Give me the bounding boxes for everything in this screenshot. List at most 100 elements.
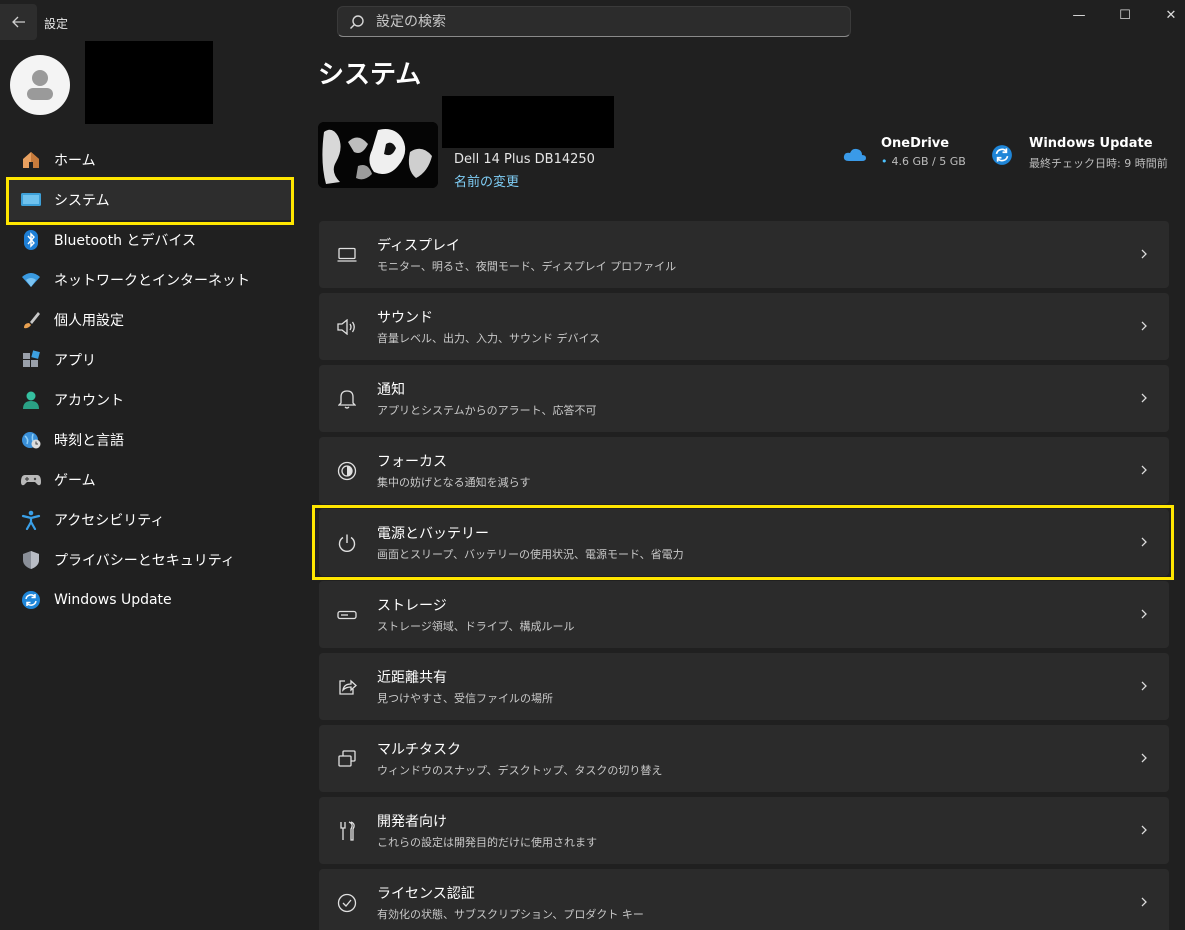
card-subtitle: 有効化の状態、サブスクリプション、プロダクト キー [377, 908, 644, 921]
rename-link[interactable]: 名前の変更 [454, 171, 519, 190]
chevron-right-icon [1141, 465, 1147, 475]
share-icon [336, 676, 358, 698]
chevron-right-icon [1141, 897, 1147, 907]
sidebar-item-label: アクセシビリティ [54, 513, 165, 529]
chevron-right-icon [1141, 321, 1147, 331]
sidebar-item-gaming[interactable]: ゲーム [6, 460, 294, 500]
card-notifications[interactable]: 通知アプリとシステムからのアラート、応答不可 [319, 365, 1169, 432]
sidebar-item-personalization[interactable]: 個人用設定 [6, 300, 294, 340]
globe-icon [20, 429, 42, 451]
sidebar-item-label: ネットワークとインターネット [54, 273, 250, 289]
sidebar-item-privacy[interactable]: プライバシーとセキュリティ [6, 540, 294, 580]
onedrive-title: OneDrive [881, 136, 950, 151]
sidebar-item-accounts[interactable]: アカウント [6, 380, 294, 420]
display-icon [336, 244, 358, 266]
chevron-right-icon [1141, 825, 1147, 835]
card-title: 通知 [377, 382, 405, 398]
sidebar-item-time-language[interactable]: 時刻と言語 [6, 420, 294, 460]
brush-icon [20, 309, 42, 331]
card-title: マルチタスク [377, 742, 461, 758]
back-button[interactable] [0, 4, 37, 40]
card-subtitle: ストレージ領域、ドライブ、構成ルール [377, 620, 575, 633]
highlight-box-power [312, 505, 1174, 580]
search-input[interactable] [376, 13, 816, 30]
minimize-button[interactable]: — [1056, 0, 1102, 30]
card-storage[interactable]: ストレージストレージ領域、ドライブ、構成ルール [319, 581, 1169, 648]
maximize-button[interactable]: ☐ [1102, 0, 1148, 30]
search-icon [350, 14, 364, 29]
sidebar-item-label: ホーム [54, 153, 96, 169]
shield-icon [20, 549, 42, 571]
multitask-icon [336, 748, 358, 770]
card-subtitle: ウィンドウのスナップ、デスクトップ、タスクの切り替え [377, 764, 663, 777]
windows-update-icon [992, 145, 1012, 165]
sidebar-item-label: 個人用設定 [54, 313, 124, 329]
card-title: 開発者向け [377, 814, 447, 830]
card-activation[interactable]: ライセンス認証有効化の状態、サブスクリプション、プロダクト キー [319, 869, 1169, 930]
sidebar-item-apps[interactable]: アプリ [6, 340, 294, 380]
speaker-icon [336, 316, 358, 338]
focus-icon [336, 460, 358, 482]
device-name: Dell 14 Plus DB14250 [454, 152, 595, 167]
windows-update-title: Windows Update [1029, 136, 1153, 151]
update-icon [20, 589, 42, 611]
card-sound[interactable]: サウンド音量レベル、出力、入力、サウンド デバイス [319, 293, 1169, 360]
card-title: フォーカス [377, 454, 447, 470]
sidebar-item-network[interactable]: ネットワークとインターネット [6, 260, 294, 300]
card-subtitle: 音量レベル、出力、入力、サウンド デバイス [377, 332, 601, 345]
avatar[interactable] [10, 55, 70, 115]
page-title: システム [318, 60, 422, 90]
sidebar-item-windows-update[interactable]: Windows Update [6, 580, 294, 620]
storage-icon [336, 604, 358, 626]
windows-update-status[interactable]: Windows Update 最終チェック日時: 9 時間前 [991, 136, 1168, 171]
chevron-right-icon [1141, 609, 1147, 619]
app-title: 設定 [44, 17, 69, 31]
minimize-icon: — [1072, 7, 1086, 23]
card-display[interactable]: ディスプレイ モニター、明るさ、夜間モード、ディスプレイ プロファイル [319, 221, 1169, 288]
sidebar-item-bluetooth[interactable]: Bluetooth とデバイス [6, 220, 294, 260]
chevron-right-icon [1141, 249, 1147, 259]
bell-icon [336, 388, 358, 410]
card-title: サウンド [377, 310, 433, 326]
close-icon: ✕ [1165, 7, 1177, 23]
wallpaper-image [318, 122, 438, 188]
redacted-device-label [442, 96, 614, 148]
home-icon [20, 149, 42, 171]
onedrive-cloud-icon [843, 148, 866, 161]
sidebar-item-home[interactable]: ホーム [6, 140, 294, 180]
sidebar-item-label: Bluetooth とデバイス [54, 233, 196, 249]
wifi-icon [20, 269, 42, 291]
sidebar-item-label: Windows Update [54, 592, 172, 608]
card-title: ストレージ [377, 598, 447, 614]
card-subtitle: 集中の妨げとなる通知を減らす [377, 476, 531, 489]
card-subtitle: アプリとシステムからのアラート、応答不可 [377, 404, 597, 417]
sidebar-item-label: プライバシーとセキュリティ [54, 553, 235, 569]
chevron-right-icon [1141, 681, 1147, 691]
device-wallpaper [318, 122, 438, 188]
sidebar-item-accessibility[interactable]: アクセシビリティ [6, 500, 294, 540]
redacted-username [85, 41, 213, 124]
sidebar-item-label: アプリ [54, 353, 96, 369]
bluetooth-icon [20, 229, 42, 251]
accessibility-icon [20, 509, 42, 531]
sidebar-item-label: ゲーム [54, 473, 96, 489]
card-title: ディスプレイ [377, 238, 461, 254]
onedrive-status[interactable]: OneDrive • 4.6 GB / 5 GB [843, 136, 966, 168]
card-multitasking[interactable]: マルチタスクウィンドウのスナップ、デスクトップ、タスクの切り替え [319, 725, 1169, 792]
card-for-developers[interactable]: 開発者向け これらの設定は開発目的だけに使用されます [319, 797, 1169, 864]
sidebar-item-label: アカウント [54, 393, 124, 409]
highlight-box-sidebar [6, 177, 294, 225]
user-icon [27, 70, 53, 100]
card-focus[interactable]: フォーカス集中の妨げとなる通知を減らす [319, 437, 1169, 504]
back-arrow-icon [11, 16, 25, 28]
windows-update-last-check: 最終チェック日時: 9 時間前 [1029, 157, 1168, 170]
close-button[interactable]: ✕ [1148, 0, 1185, 30]
activation-icon [336, 892, 358, 914]
apps-icon [20, 349, 42, 371]
card-title: ライセンス認証 [377, 886, 475, 902]
account-icon [20, 389, 42, 411]
search-box[interactable] [337, 6, 851, 37]
card-title: 近距離共有 [377, 670, 447, 686]
gamepad-icon [20, 469, 42, 491]
card-nearby-sharing[interactable]: 近距離共有 見つけやすさ、受信ファイルの場所 [319, 653, 1169, 720]
